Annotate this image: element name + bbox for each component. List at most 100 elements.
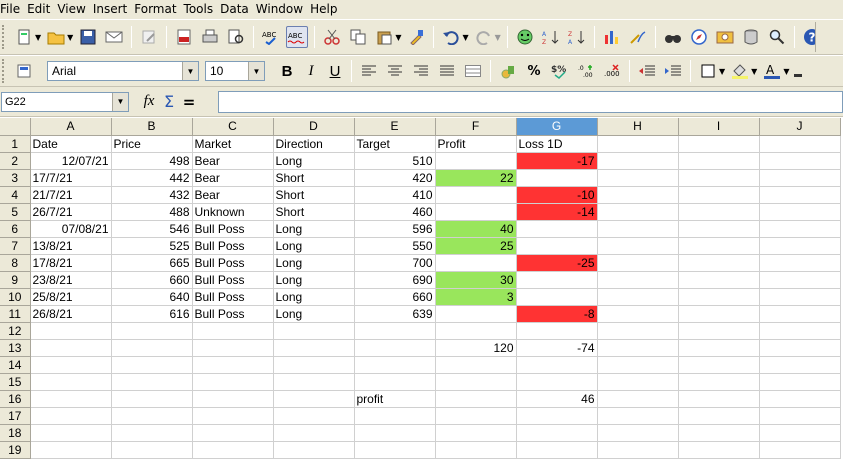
cell-c9[interactable]: Bull Poss (192, 271, 274, 289)
background-color-icon[interactable] (729, 60, 751, 82)
font-color-dropdown-icon[interactable]: ▼ (783, 67, 789, 76)
cell-g15[interactable] (516, 373, 598, 391)
redo-dropdown-icon[interactable]: ▼ (495, 33, 501, 42)
cell-a18[interactable] (30, 424, 112, 442)
cell-h9[interactable] (597, 271, 679, 289)
decrease-indent-icon[interactable] (636, 60, 658, 82)
column-header-d[interactable]: D (273, 118, 355, 136)
row-header[interactable]: 1 (0, 135, 31, 153)
cell-e18[interactable] (354, 424, 436, 442)
cell-d12[interactable] (273, 322, 355, 340)
cell-i6[interactable] (678, 220, 760, 238)
cell-c17[interactable] (192, 407, 274, 425)
cell-i13[interactable] (678, 339, 760, 357)
cell-g3[interactable] (516, 169, 598, 187)
row-header[interactable]: 10 (0, 288, 31, 306)
cell-h14[interactable] (597, 356, 679, 374)
cell-h4[interactable] (597, 186, 679, 204)
cell-f19[interactable] (435, 441, 517, 459)
cell-b10[interactable]: 640 (111, 288, 193, 306)
cell-i7[interactable] (678, 237, 760, 255)
cell-a11[interactable]: 26/8/21 (30, 305, 112, 323)
undo-dropdown-icon[interactable]: ▼ (462, 33, 468, 42)
cell-d10[interactable]: Long (273, 288, 355, 306)
row-header[interactable]: 2 (0, 152, 31, 170)
cell-d18[interactable] (273, 424, 355, 442)
cell-h17[interactable] (597, 407, 679, 425)
spellcheck-icon[interactable]: ABC (260, 26, 282, 48)
cell-h15[interactable] (597, 373, 679, 391)
italic-button[interactable]: I (300, 60, 322, 82)
column-header-g[interactable]: G (516, 118, 598, 136)
cell-d19[interactable] (273, 441, 355, 459)
menu-data[interactable]: Data (218, 0, 254, 19)
cell-d4[interactable]: Short (273, 186, 355, 204)
cell-c10[interactable]: Bull Poss (192, 288, 274, 306)
cell-d17[interactable] (273, 407, 355, 425)
cell-c8[interactable]: Bull Poss (192, 254, 274, 272)
column-header-c[interactable]: C (192, 118, 274, 136)
data-sources-icon[interactable] (740, 26, 762, 48)
cell-h10[interactable] (597, 288, 679, 306)
add-decimal-icon[interactable]: .0.00 (575, 60, 597, 82)
cell-g14[interactable] (516, 356, 598, 374)
cell-f13[interactable]: 120 (435, 339, 517, 357)
cell-j2[interactable] (759, 152, 841, 170)
borders-dropdown-icon[interactable]: ▼ (719, 67, 725, 76)
cell-g7[interactable] (516, 237, 598, 255)
edit-file-icon[interactable] (138, 26, 160, 48)
column-header-b[interactable]: B (111, 118, 193, 136)
spreadsheet-grid[interactable]: ABCDEFGHIJ 1 Date Price Market Direction Targ… (0, 118, 843, 463)
chevron-down-icon[interactable]: ▼ (182, 62, 198, 80)
function-wizard-button[interactable]: fx (139, 93, 159, 110)
cell-f18[interactable] (435, 424, 517, 442)
navigator-icon[interactable] (514, 26, 536, 48)
row-header[interactable]: 7 (0, 237, 31, 255)
redo-icon[interactable] (473, 26, 495, 48)
cell-j9[interactable] (759, 271, 841, 289)
cell-j4[interactable] (759, 186, 841, 204)
align-center-icon[interactable] (384, 60, 406, 82)
cell-g9[interactable] (516, 271, 598, 289)
cell-c4[interactable]: Bear (192, 186, 274, 204)
cell-j18[interactable] (759, 424, 841, 442)
font-size-combo[interactable]: 10 ▼ (205, 61, 265, 81)
cell-f5[interactable] (435, 203, 517, 221)
cell-c6[interactable]: Bull Poss (192, 220, 274, 238)
cell-a19[interactable] (30, 441, 112, 459)
delete-decimal-icon[interactable]: .000 (601, 60, 623, 82)
menu-help[interactable]: Help (308, 0, 342, 19)
row-header[interactable]: 4 (0, 186, 31, 204)
cell-b7[interactable]: 525 (111, 237, 193, 255)
toolbar-grip[interactable] (2, 59, 8, 83)
borders-icon[interactable] (697, 60, 719, 82)
cell-e5[interactable]: 460 (354, 203, 436, 221)
menu-format[interactable]: Format (132, 0, 181, 19)
justify-icon[interactable] (436, 60, 458, 82)
cell-c11[interactable]: Bull Poss (192, 305, 274, 323)
cell-g12[interactable] (516, 322, 598, 340)
cell-c12[interactable] (192, 322, 274, 340)
cell-g1[interactable]: Loss 1D (516, 135, 598, 153)
new-dropdown-icon[interactable]: ▼ (35, 33, 41, 42)
chevron-down-icon[interactable]: ▼ (248, 62, 264, 80)
background-color-dropdown-icon[interactable]: ▼ (751, 67, 757, 76)
cell-i2[interactable] (678, 152, 760, 170)
cell-b12[interactable] (111, 322, 193, 340)
cell-f17[interactable] (435, 407, 517, 425)
cell-e1[interactable]: Target (354, 135, 436, 153)
cell-f7[interactable]: 25 (435, 237, 517, 255)
cell-g18[interactable] (516, 424, 598, 442)
cell-a12[interactable] (30, 322, 112, 340)
toolbar-grip[interactable] (2, 25, 8, 49)
cell-b19[interactable] (111, 441, 193, 459)
row-header[interactable]: 11 (0, 305, 31, 323)
navigator-compass-icon[interactable] (688, 26, 710, 48)
clone-formatting-icon[interactable] (405, 26, 427, 48)
align-left-icon[interactable] (358, 60, 380, 82)
cell-c1[interactable]: Market (192, 135, 274, 153)
cell-a8[interactable]: 17/8/21 (30, 254, 112, 272)
cell-d1[interactable]: Direction (273, 135, 355, 153)
cell-f3[interactable]: 22 (435, 169, 517, 187)
cell-f10[interactable]: 3 (435, 288, 517, 306)
